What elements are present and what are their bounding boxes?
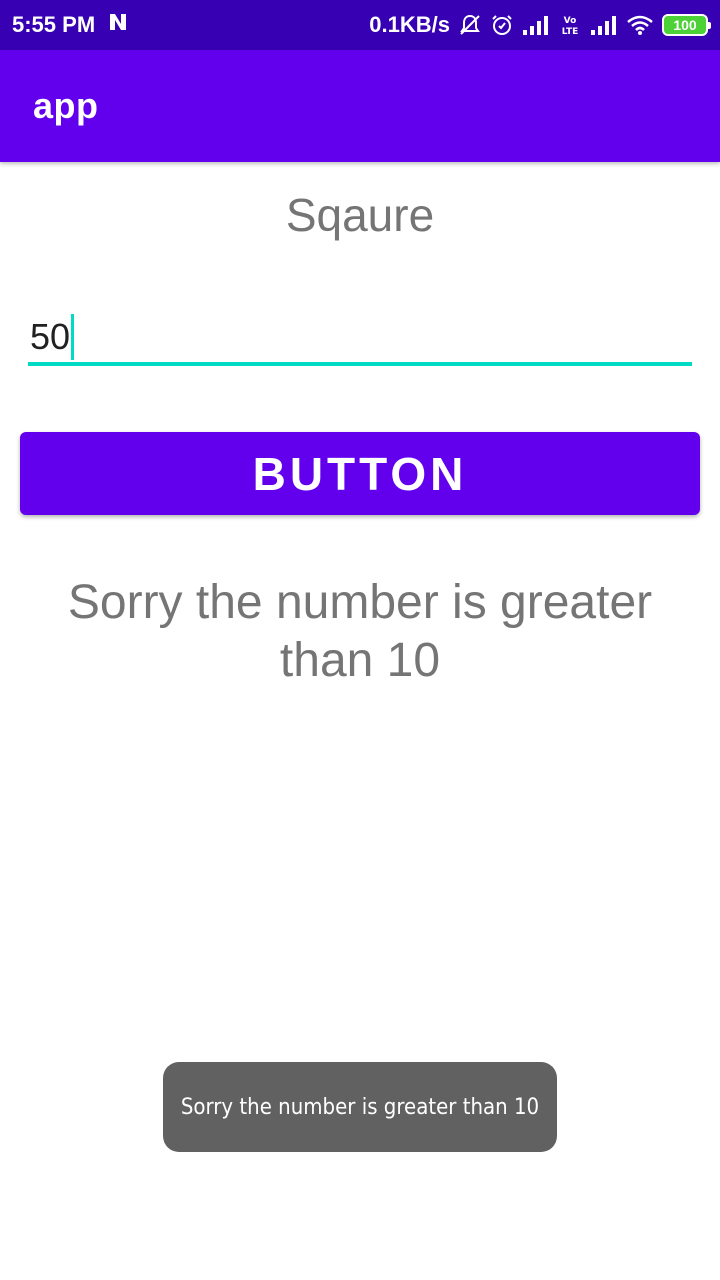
- result-text: Sorry the number is greater than 10: [67, 576, 653, 687]
- battery-level: 100: [673, 17, 697, 33]
- app-title: app: [33, 85, 99, 126]
- alarm-icon: [490, 13, 514, 37]
- input-underline: [28, 362, 692, 366]
- input-value: 50: [30, 316, 71, 357]
- text-cursor: [71, 314, 75, 360]
- svg-text:Vo: Vo: [564, 16, 577, 26]
- status-left: 5:55 PM: [12, 11, 129, 39]
- number-input[interactable]: 50: [30, 314, 75, 360]
- status-bar: 5:55 PM 0.1KB/s Vo LTE 100: [0, 0, 720, 50]
- number-input-field[interactable]: 50: [28, 306, 692, 366]
- page-heading: Sqaure: [285, 189, 435, 241]
- network-speed: 0.1KB/s: [369, 12, 450, 37]
- battery-icon: 100: [662, 14, 711, 36]
- status-right: 0.1KB/s Vo LTE 100: [369, 12, 711, 38]
- status-time: 5:55 PM: [12, 12, 96, 37]
- app-bar: app: [0, 50, 720, 162]
- toast-message: Sorry the number is greater than 10: [163, 1062, 557, 1152]
- n-notification-icon: [107, 11, 129, 39]
- submit-button[interactable]: BUTTON: [20, 432, 700, 515]
- signal-icon: [590, 14, 618, 36]
- signal-icon: [522, 14, 550, 36]
- toast-text: Sorry the number is greater than 10: [180, 1094, 540, 1120]
- volte-icon: Vo LTE: [558, 13, 582, 37]
- wifi-icon: [626, 14, 654, 36]
- mute-icon: [458, 13, 482, 37]
- svg-text:LTE: LTE: [562, 27, 579, 37]
